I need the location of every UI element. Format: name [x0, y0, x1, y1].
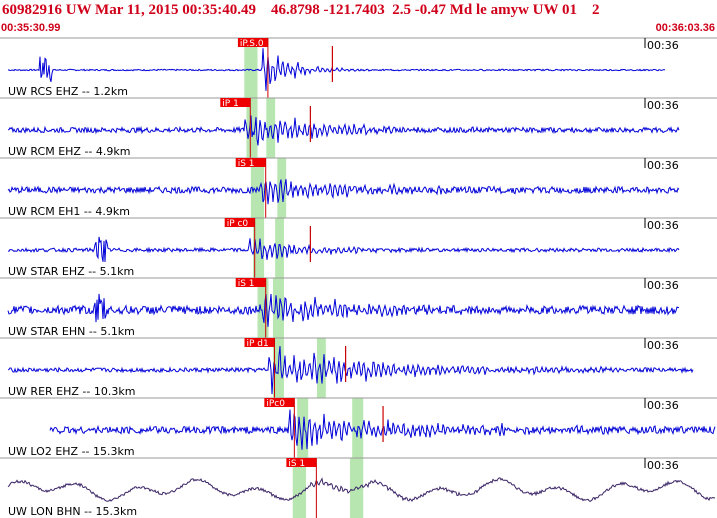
pick-label-3: iP c0: [227, 219, 249, 229]
pick-window-7-1: [350, 458, 364, 518]
waveform-3[interactable]: [7, 236, 680, 263]
station-label-2: UW RCM EH1 -- 4.9km: [8, 205, 130, 218]
minute-tick-label-6: 00:36: [647, 399, 679, 412]
waveform-4[interactable]: [7, 293, 680, 327]
station-label-0: UW RCS EHZ -- 1.2km: [8, 85, 128, 98]
station-label-3: UW STAR EHZ -- 5.1km: [8, 265, 134, 278]
minute-tick-label-0: 00:36: [647, 39, 679, 52]
minute-tick-label-5: 00:36: [647, 339, 679, 352]
minute-tick-label-4: 00:36: [647, 279, 679, 292]
minute-tick-label-7: 00:36: [647, 459, 679, 472]
pick-label-5: iP d1: [247, 339, 269, 349]
pick-label-1: iP 1: [222, 99, 239, 109]
minute-tick-label-3: 00:36: [647, 219, 679, 232]
station-label-7: UW LON BHN -- 15.3km: [8, 505, 137, 518]
pick-label-6: iPc0: [266, 399, 285, 409]
minute-tick-label-2: 00:36: [647, 159, 679, 172]
waveform-2[interactable]: [7, 179, 680, 205]
pick-label-7: iS 1: [288, 459, 305, 469]
minute-tick-label-1: 00:36: [647, 99, 679, 112]
pick-label-2: iS 1: [238, 159, 255, 169]
station-label-1: UW RCM EHZ -- 4.9km: [8, 145, 130, 158]
waveform-1[interactable]: [7, 115, 680, 146]
pick-label-4: iS 1: [238, 279, 255, 289]
station-label-6: UW LO2 EHZ -- 15.3km: [8, 445, 135, 458]
seismogram-panel[interactable]: 00:36 iP.S.0 UW RCS EHZ -- 1.2km 00:36 iP 1 U…: [0, 0, 717, 518]
pick-window-5-1: [316, 338, 326, 398]
station-label-5: UW RER EHZ -- 10.3km: [8, 385, 135, 398]
pick-window-3-1: [275, 218, 284, 278]
station-label-4: UW STAR EHN -- 5.1km: [8, 325, 135, 338]
pick-label-0: iP.S.0: [240, 39, 264, 49]
